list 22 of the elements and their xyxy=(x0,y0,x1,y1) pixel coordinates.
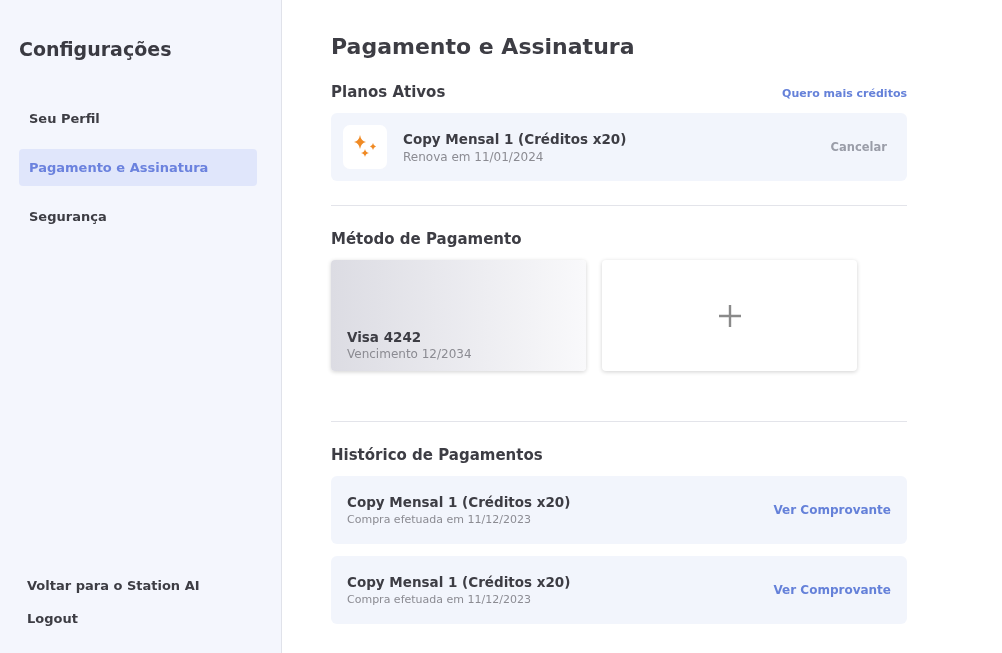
payment-name: Copy Mensal 1 (Créditos x20) xyxy=(347,494,572,510)
sidebar-link[interactable]: Logout xyxy=(19,602,257,635)
sparkle-icon xyxy=(343,125,387,169)
sidebar-title: Configurações xyxy=(19,38,173,60)
credit-card[interactable]: Visa 4242 Vencimento 12/2034 xyxy=(331,260,586,371)
sidebar-item[interactable]: Segurança xyxy=(19,198,257,235)
sidebar-link[interactable]: Voltar para o Station AI xyxy=(19,569,257,602)
section-heading: Método de Pagamento xyxy=(331,230,523,248)
section-heading: Histórico de Pagamentos xyxy=(331,446,544,464)
payment-date: Compra efetuada em 11/12/2023 xyxy=(347,593,532,606)
renewal-date: Renova em 11/01/2024 xyxy=(403,149,545,164)
card-name: Visa 4242 xyxy=(347,329,423,345)
more-credits-link[interactable]: Quero mais créditos xyxy=(782,87,907,100)
payment-name: Copy Mensal 1 (Créditos x20) xyxy=(347,574,572,590)
section-heading: Planos Ativos xyxy=(331,83,446,101)
sidebar-item[interactable]: Seu Perfil xyxy=(19,100,257,137)
plus-icon xyxy=(717,303,742,328)
payment-date: Compra efetuada em 11/12/2023 xyxy=(347,513,532,526)
page-title: Pagamento e Assinatura xyxy=(331,34,636,59)
add-card-button[interactable] xyxy=(602,260,857,371)
card-expiry: Vencimento 12/2034 xyxy=(347,347,473,361)
plan-name: Copy Mensal 1 (Créditos x20) xyxy=(403,130,628,147)
